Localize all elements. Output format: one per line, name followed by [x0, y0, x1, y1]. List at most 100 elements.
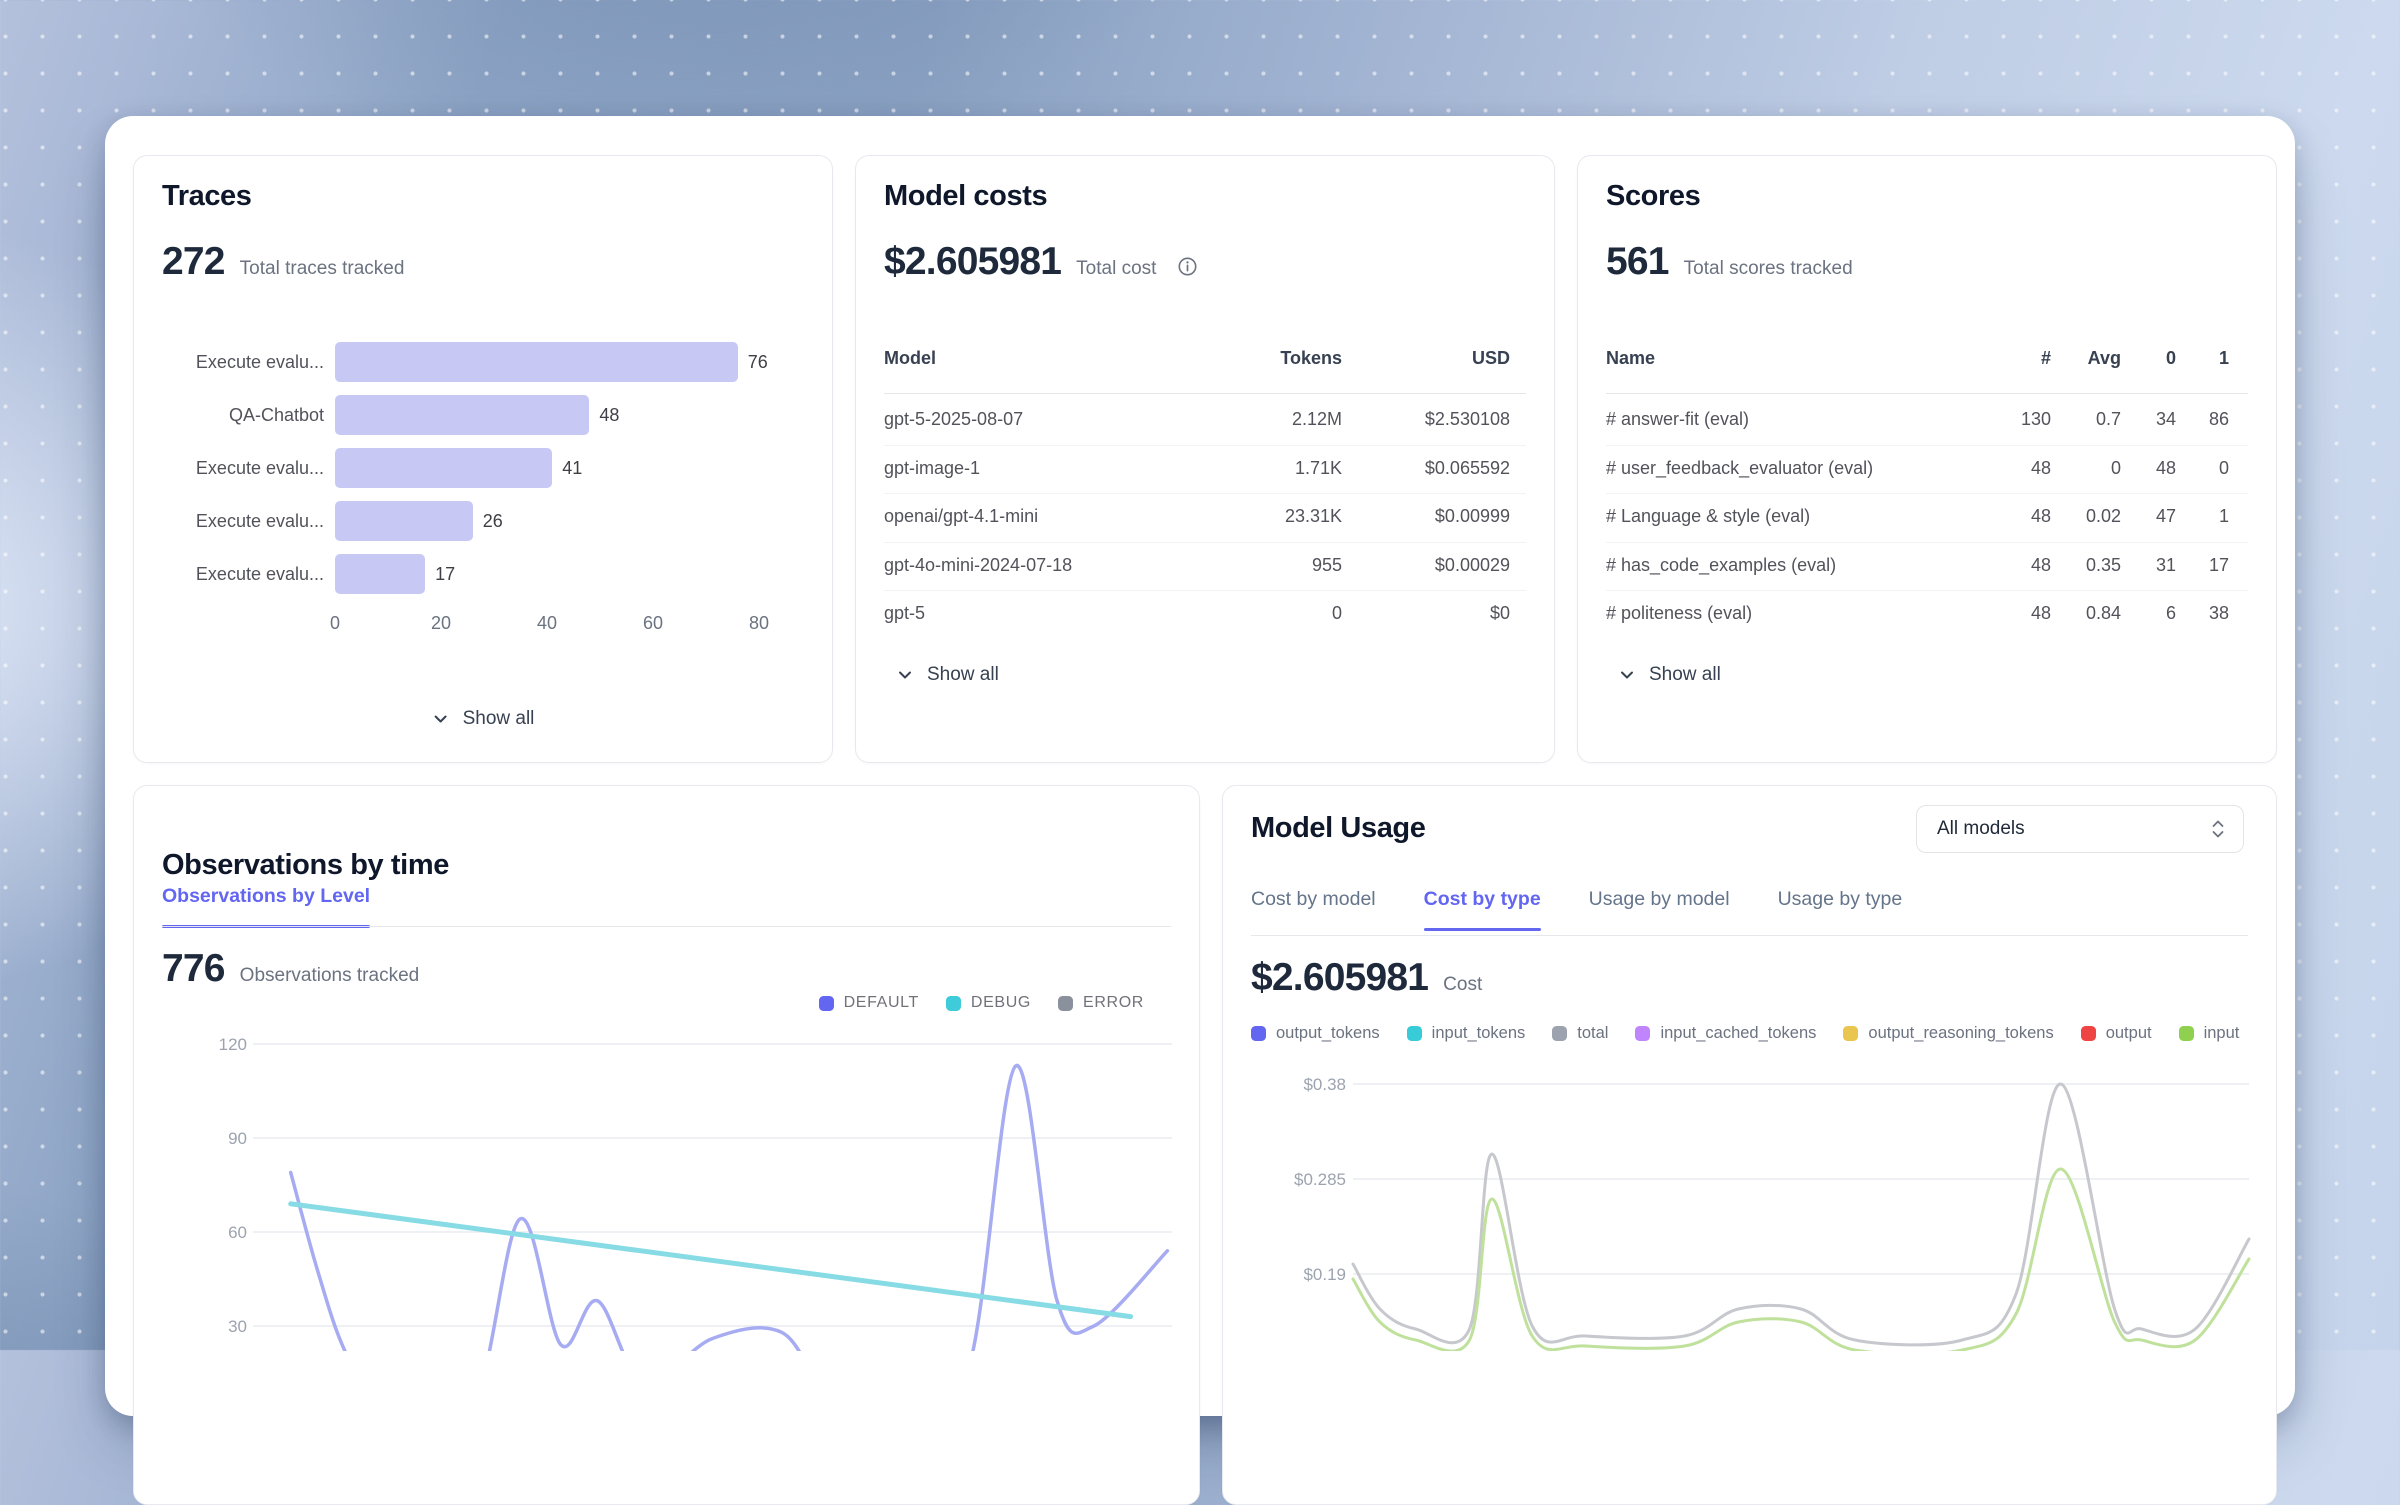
legend-item: output	[2081, 1024, 2152, 1043]
row-divider	[1606, 493, 2248, 494]
model-costs-stat: $2.605981 Total cost	[884, 240, 1198, 284]
scores-card: Scores 561 Total scores tracked Name # A…	[1577, 155, 2277, 763]
cell-one: 17	[2209, 555, 2229, 576]
traces-stat: 272 Total traces tracked	[162, 240, 404, 284]
table-row[interactable]: gpt-4o-mini-2024-07-18 955 $0.00029	[856, 542, 1554, 591]
cell-one: 1	[2219, 506, 2229, 527]
observations-total-label: Observations tracked	[240, 965, 420, 987]
model-filter-select[interactable]: All models	[1916, 805, 2244, 853]
legend-item: DEFAULT	[819, 994, 919, 1012]
tab[interactable]: Cost by type	[1424, 888, 1541, 929]
cell-count: 48	[2031, 555, 2051, 576]
x-axis-tick: 0	[330, 613, 340, 634]
legend-label: ERROR	[1083, 994, 1144, 1012]
table-row[interactable]: gpt-5-2025-08-07 2.12M $2.530108	[856, 396, 1554, 445]
cell-avg: 0.7	[2096, 409, 2121, 430]
cell-tokens: 1.71K	[1295, 458, 1342, 479]
table-row[interactable]: gpt-image-1 1.71K $0.065592	[856, 445, 1554, 494]
info-icon[interactable]	[1177, 256, 1198, 277]
legend-color-chip	[1407, 1026, 1422, 1041]
model-costs-card: Model costs $2.605981 Total cost Model T…	[855, 155, 1555, 763]
svg-text:$0.285: $0.285	[1294, 1170, 1346, 1189]
traces-total: 272	[162, 240, 225, 284]
cell-avg: 0.84	[2086, 603, 2121, 624]
cell-count: 48	[2031, 506, 2051, 527]
legend-item: DEBUG	[946, 994, 1031, 1012]
traces-show-all-button[interactable]: Show all	[432, 703, 535, 735]
cell-count: 48	[2031, 458, 2051, 479]
scores-header-count: #	[2041, 348, 2051, 369]
cell-tokens: 955	[1312, 555, 1342, 576]
cell-zero: 47	[2156, 506, 2176, 527]
legend-color-chip	[2179, 1026, 2194, 1041]
cell-zero: 6	[2166, 603, 2176, 624]
legend-label: input	[2204, 1024, 2240, 1043]
table-row[interactable]: # has_code_examples (eval) 48 0.35 31 17	[1578, 542, 2276, 591]
dashboard-panel: Traces 272 Total traces tracked Execute …	[105, 116, 2295, 1416]
legend-item: input_cached_tokens	[1635, 1024, 1816, 1043]
svg-text:$0.38: $0.38	[1303, 1076, 1346, 1094]
cell-usd: $0.00029	[1435, 555, 1510, 576]
tab-observations-by-level[interactable]: Observations by Level	[162, 885, 370, 926]
scores-total: 561	[1606, 240, 1669, 284]
model-usage-tabs: Cost by model Cost by type Usage by mode…	[1251, 888, 2248, 929]
show-all-label: Show all	[1649, 664, 1721, 686]
cell-avg: 0.35	[2086, 555, 2121, 576]
cell-one: 0	[2219, 458, 2229, 479]
legend-color-chip	[2081, 1026, 2096, 1041]
row-divider	[884, 493, 1526, 494]
tabs-divider	[1251, 935, 2248, 936]
tab[interactable]: Usage by type	[1778, 888, 1903, 929]
cell-name: # answer-fit (eval)	[1606, 409, 1749, 430]
tabs-divider	[162, 926, 1171, 927]
show-all-label: Show all	[927, 664, 999, 686]
table-row[interactable]: # politeness (eval) 48 0.84 6 38	[1578, 590, 2276, 639]
bar-category-label: Execute evalu...	[162, 342, 324, 382]
x-axis-tick: 60	[643, 613, 663, 634]
svg-text:90: 90	[228, 1129, 247, 1148]
model-costs-total-label: Total cost	[1076, 258, 1156, 280]
row-divider	[884, 590, 1526, 591]
table-row[interactable]: # user_feedback_evaluator (eval) 48 0 48…	[1578, 445, 2276, 494]
model-costs-total: $2.605981	[884, 240, 1061, 284]
cell-usd: $0.00999	[1435, 506, 1510, 527]
scores-show-all-button[interactable]: Show all	[1618, 659, 1721, 691]
table-row[interactable]: openai/gpt-4.1-mini 23.31K $0.00999	[856, 493, 1554, 542]
observations-stat: 776 Observations tracked	[162, 947, 419, 991]
chevron-down-icon	[1618, 666, 1636, 684]
row-divider	[884, 542, 1526, 543]
traces-card: Traces 272 Total traces tracked Execute …	[133, 155, 833, 763]
model-usage-legend: output_tokens input_tokens total input_c…	[1251, 1019, 2276, 1047]
bar	[335, 501, 473, 541]
legend-color-chip	[1843, 1026, 1858, 1041]
tab[interactable]: Usage by model	[1589, 888, 1730, 929]
tab[interactable]: Cost by model	[1251, 888, 1376, 929]
cell-model: gpt-image-1	[884, 458, 980, 479]
legend-item: output_tokens	[1251, 1024, 1380, 1043]
model-usage-total-label: Cost	[1443, 974, 1482, 996]
x-axis-tick: 80	[749, 613, 769, 634]
cell-name: # Language & style (eval)	[1606, 506, 1810, 527]
bar-category-label: Execute evalu...	[162, 448, 324, 488]
legend-label: output	[2106, 1024, 2152, 1043]
cell-model: openai/gpt-4.1-mini	[884, 506, 1038, 527]
table-row[interactable]: # Language & style (eval) 48 0.02 47 1	[1578, 493, 2276, 542]
traces-total-label: Total traces tracked	[240, 258, 405, 280]
row-divider	[1606, 445, 2248, 446]
table-divider	[1606, 393, 2248, 394]
scores-header-zero: 0	[2166, 348, 2176, 369]
legend-item: ERROR	[1058, 994, 1144, 1012]
scores-stat: 561 Total scores tracked	[1606, 240, 1853, 284]
costs-show-all-button[interactable]: Show all	[896, 659, 999, 691]
table-row[interactable]: # answer-fit (eval) 130 0.7 34 86	[1578, 396, 2276, 445]
legend-label: input_tokens	[1432, 1024, 1526, 1043]
scores-table-header: Name # Avg 0 1	[1578, 348, 2276, 378]
scores-title: Scores	[1606, 180, 1700, 213]
bar-value-label: 26	[483, 501, 503, 541]
table-row[interactable]: gpt-5 0 $0	[856, 590, 1554, 639]
cell-zero: 34	[2156, 409, 2176, 430]
costs-header-tokens: Tokens	[1280, 348, 1342, 369]
cell-count: 48	[2031, 603, 2051, 624]
svg-text:30: 30	[228, 1317, 247, 1336]
legend-item: output_reasoning_tokens	[1843, 1024, 2053, 1043]
